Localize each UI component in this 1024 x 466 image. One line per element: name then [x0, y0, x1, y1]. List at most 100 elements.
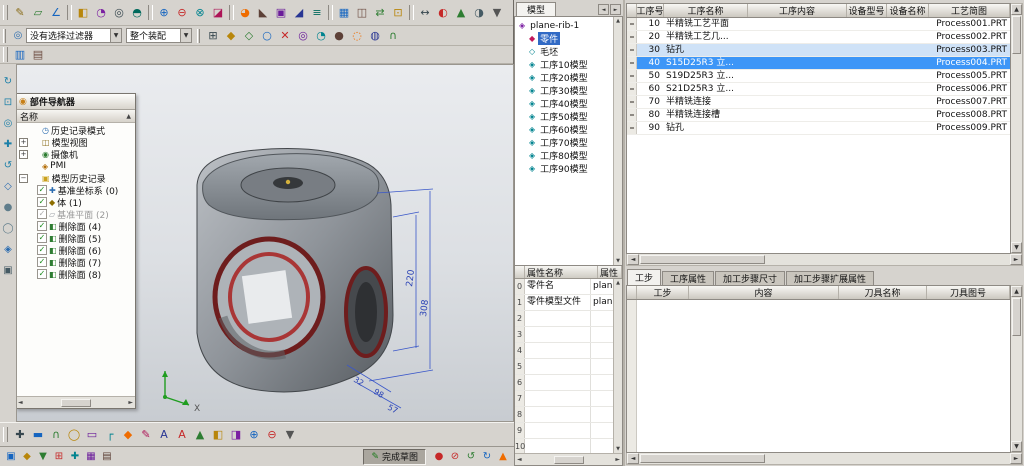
sort-ascending-icon[interactable]: ▲ — [126, 113, 131, 120]
datum-plane-item[interactable]: ✓ ▱ 基准平面 (2) — [16, 208, 135, 220]
device-name-cell[interactable] — [887, 31, 929, 43]
attribute-value-cell[interactable] — [591, 391, 613, 406]
navigator-hscrollbar[interactable]: ◄ ► — [16, 396, 135, 408]
process-content-cell[interactable] — [748, 96, 847, 108]
control-point-icon[interactable]: ○ — [258, 27, 276, 45]
process-diagram-cell[interactable]: Process002.PRT — [929, 31, 1010, 43]
update-icon[interactable]: ↻ — [479, 449, 495, 465]
device-model-cell[interactable] — [847, 70, 887, 82]
toolbar-grip[interactable] — [197, 29, 200, 43]
tree-item-process-40[interactable]: ◈ 工序40模型 — [515, 97, 613, 110]
row-marker[interactable] — [627, 31, 637, 43]
end-point-icon[interactable]: ◆ — [222, 27, 240, 45]
perspective-view-icon[interactable]: ◇ — [1, 179, 15, 193]
delete-face-5-item[interactable]: ✓ ◧ 删除面 (5) — [16, 232, 135, 244]
point-icon[interactable]: ✚ — [11, 426, 29, 444]
toolbar-button[interactable] — [67, 5, 72, 20]
process-name-cell[interactable]: S19D25R3 立... — [664, 70, 748, 82]
scrollbar-thumb[interactable] — [1012, 16, 1021, 54]
feature-checkbox[interactable]: ✓ — [37, 269, 47, 279]
attribute-name-cell[interactable] — [525, 407, 591, 422]
attribute-row[interactable]: 4 — [515, 343, 613, 359]
scroll-left-icon[interactable]: ◄ — [627, 453, 639, 464]
boolean-unite-icon[interactable]: ⊕ — [245, 426, 263, 444]
toolbar-button[interactable] — [409, 5, 414, 20]
tree-item-process-60[interactable]: ◈ 工序60模型 — [515, 123, 613, 136]
process-no-cell[interactable]: 10 — [637, 18, 664, 30]
3d-model[interactable] — [197, 149, 393, 392]
attribute-value-cell[interactable]: plan — [591, 279, 613, 294]
scrollbar-thumb[interactable] — [640, 255, 765, 264]
process-content-cell[interactable] — [748, 109, 847, 121]
process-diagram-cell[interactable]: Process007.PRT — [929, 96, 1010, 108]
snap-point-icon[interactable]: ⊞ — [204, 27, 222, 45]
row-marker[interactable] — [627, 96, 637, 108]
attributes-vscrollbar[interactable]: ▲ ▼ — [613, 279, 622, 453]
history-mode-item[interactable]: ◷ 历史记录模式 — [16, 124, 135, 136]
profile-icon[interactable]: ┌ — [101, 426, 119, 444]
device-name-cell[interactable] — [887, 83, 929, 95]
sketch-icon[interactable]: ✎ — [11, 4, 29, 22]
scroll-left-icon[interactable]: ◄ — [627, 254, 639, 265]
name-column-header[interactable]: 名称 ▲ — [16, 110, 135, 123]
process-diagram-cell[interactable]: Process009.PRT — [929, 122, 1010, 134]
pmi-item[interactable]: ◈ PMI — [16, 160, 135, 172]
model-history-item[interactable]: − ▣ 模型历史记录 — [16, 172, 135, 184]
process-no-cell[interactable]: 30 — [637, 44, 664, 56]
dropdown-arrow-icon[interactable]: ▼ — [110, 29, 121, 42]
process-table-hscrollbar[interactable]: ◄ ► — [626, 254, 1023, 266]
col-header-tool-name[interactable]: 刀具名称 — [839, 286, 927, 299]
process-row[interactable]: 90 钻孔 Process009.PRT — [627, 122, 1010, 135]
alert-icon[interactable]: ▲ — [495, 449, 511, 465]
move-face-icon[interactable]: ⇄ — [371, 4, 389, 22]
scroll-right-icon[interactable]: ► — [1010, 453, 1022, 464]
existing-point-icon[interactable]: ● — [330, 27, 348, 45]
scroll-down-icon[interactable]: ▼ — [616, 258, 620, 264]
zoom-view-icon[interactable]: ◎ — [1, 116, 15, 130]
attribute-value-cell[interactable] — [591, 343, 613, 358]
more-tools-icon[interactable]: ▼ — [281, 426, 299, 444]
extrude-body-icon[interactable]: ◧ — [209, 426, 227, 444]
toolbar-button[interactable] — [328, 5, 333, 20]
scroll-right-icon[interactable]: ► — [1010, 254, 1022, 265]
edge-blend-icon[interactable]: ◕ — [236, 4, 254, 22]
process-diagram-cell[interactable]: Process005.PRT — [929, 70, 1010, 82]
attribute-name-cell[interactable] — [525, 391, 591, 406]
tree-scrollbar[interactable]: ▲ ▼ — [613, 17, 622, 265]
expander-icon[interactable]: + — [19, 150, 28, 159]
process-row[interactable]: 10 半精铣工艺平面 Process001.PRT — [627, 18, 1010, 31]
scrollbar-thumb[interactable] — [61, 399, 91, 407]
tab-model[interactable]: 模型 — [516, 2, 556, 16]
expander-icon[interactable]: + — [19, 138, 28, 147]
process-diagram-cell[interactable]: Process006.PRT — [929, 83, 1010, 95]
intersect-icon[interactable]: ⊗ — [191, 4, 209, 22]
feature-checkbox[interactable]: ✓ — [37, 233, 47, 243]
device-model-cell[interactable] — [847, 96, 887, 108]
datum-plane-icon[interactable]: ▱ — [29, 4, 47, 22]
delete-face-6-item[interactable]: ✓ ◧ 删除面 (6) — [16, 244, 135, 256]
process-content-cell[interactable] — [748, 31, 847, 43]
shell-icon[interactable]: ▣ — [272, 4, 290, 22]
tree-item-process-10[interactable]: ◈ 工序10模型 — [515, 58, 613, 71]
work-step-vscrollbar[interactable]: ▲ ▼ — [1011, 285, 1023, 453]
finish-sketch-button[interactable]: ✎ 完成草图 — [363, 449, 426, 465]
tab-process-attributes[interactable]: 工序属性 — [662, 271, 714, 285]
process-name-cell[interactable]: 半精铣工艺几... — [664, 31, 748, 43]
unite-icon[interactable]: ⊕ — [155, 4, 173, 22]
device-name-cell[interactable] — [887, 44, 929, 56]
row-marker[interactable] — [627, 83, 637, 95]
mirror-feature-icon[interactable]: ◫ — [353, 4, 371, 22]
toolbar-button[interactable] — [148, 5, 153, 20]
polygon-icon[interactable]: ◆ — [119, 426, 137, 444]
attribute-value-cell[interactable] — [591, 327, 613, 342]
attribute-name-cell[interactable]: 零件模型文件 — [525, 295, 591, 310]
device-model-cell[interactable] — [847, 122, 887, 134]
attribute-row[interactable]: 6 — [515, 375, 613, 391]
work-step-hscrollbar[interactable]: ◄ ► — [626, 453, 1023, 465]
process-row[interactable]: 70 半精铣连接 Process007.PRT — [627, 96, 1010, 109]
device-model-cell[interactable] — [847, 57, 887, 69]
boss-icon[interactable]: ◓ — [128, 4, 146, 22]
scrollbar-thumb[interactable] — [554, 456, 584, 464]
feature-checkbox[interactable]: ✓ — [37, 209, 47, 219]
tangent-point-icon[interactable]: ∩ — [384, 27, 402, 45]
